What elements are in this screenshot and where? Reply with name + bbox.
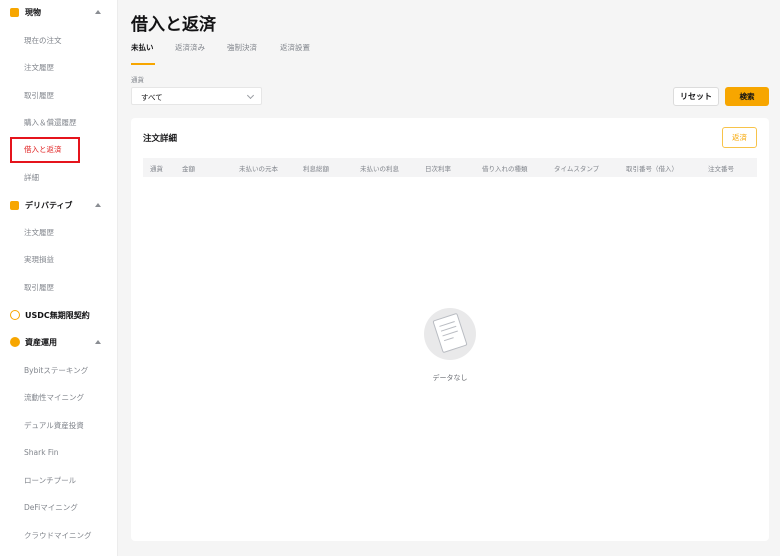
currency-filter-label: 通貨 xyxy=(131,76,144,84)
sidebar-item-open-orders[interactable]: 現在の注文 xyxy=(24,35,62,47)
column-header-borrow-tx-id: 取引番号（借入） xyxy=(626,165,678,173)
sidebar-section-label: 現物 xyxy=(25,7,41,17)
tab-forced-liquidation[interactable]: 強制決済 xyxy=(227,42,257,53)
sidebar-item-launchpool[interactable]: ローンチプール xyxy=(24,475,76,487)
sidebar-section-spot[interactable]: 現物 xyxy=(0,1,118,23)
chevron-down-icon xyxy=(246,91,255,100)
tab-unpaid[interactable]: 未払い xyxy=(131,42,154,53)
sidebar-section-derivatives[interactable]: デリバティブ xyxy=(0,194,118,216)
search-button[interactable]: 検索 xyxy=(725,87,769,106)
sidebar-item-order-history[interactable]: 注文履歴 xyxy=(24,62,54,74)
sidebar-section-asset-management[interactable]: 資産運用 xyxy=(0,331,118,353)
sidebar-item-liquidity-mining[interactable]: 流動性マイニング xyxy=(24,392,84,404)
usdc-icon xyxy=(10,310,20,320)
tab-repay-settings[interactable]: 返済設置 xyxy=(280,42,310,53)
sidebar-item-cloud-mining[interactable]: クラウドマイニング xyxy=(24,530,92,542)
column-header-daily-rate: 日次利率 xyxy=(425,165,451,173)
derivatives-icon xyxy=(10,200,19,210)
piggy-bank-icon xyxy=(10,337,20,347)
empty-state-text: データなし xyxy=(432,374,468,382)
reset-button[interactable]: リセット xyxy=(673,87,719,106)
sidebar-item-shark-fin[interactable]: Shark Fin xyxy=(24,447,59,459)
sidebar-section-label: 資産運用 xyxy=(25,337,57,347)
currency-select-value: すべて xyxy=(141,93,163,102)
currency-select[interactable]: すべて xyxy=(131,87,262,105)
sidebar-section-label: USDC無期限契約 xyxy=(25,310,90,320)
sidebar-item-realized-pnl[interactable]: 実現損益 xyxy=(24,254,54,266)
active-tab-indicator xyxy=(131,63,155,65)
column-header-unpaid-interest: 未払いの利息 xyxy=(360,165,399,173)
sidebar-item-trade-history[interactable]: 取引履歴 xyxy=(24,90,54,102)
sidebar-item-dual-asset[interactable]: デュアル資産投資 xyxy=(24,420,84,432)
column-header-timestamp: タイムスタンプ xyxy=(554,165,600,173)
sidebar-item-purchase-redemption-history[interactable]: 購入＆償還履歴 xyxy=(24,117,77,129)
chevron-up-icon xyxy=(95,340,101,344)
sidebar-item-bybit-staking[interactable]: Bybitステーキング xyxy=(24,365,88,377)
order-details-card: 注文詳細 返済 通貨 金額 未払いの元本 利息総額 未払いの利息 日次利率 借り… xyxy=(131,118,769,541)
no-data-document-icon xyxy=(424,308,476,360)
column-header-currency: 通貨 xyxy=(150,165,163,173)
chevron-up-icon xyxy=(95,10,101,14)
column-header-amount: 金額 xyxy=(182,165,195,173)
column-header-unpaid-principal: 未払いの元本 xyxy=(239,165,278,173)
sidebar-item-defi-mining[interactable]: DeFiマイニング xyxy=(24,502,78,514)
sidebar-section-usdc-perpetual[interactable]: USDC無期限契約 xyxy=(0,304,118,326)
chevron-up-icon xyxy=(95,203,101,207)
tab-repaid[interactable]: 返済済み xyxy=(175,42,205,53)
card-title: 注文詳細 xyxy=(143,134,178,144)
column-header-order-id: 注文番号 xyxy=(708,165,734,173)
sidebar-item-derivatives-trade-history[interactable]: 取引履歴 xyxy=(24,282,54,294)
sidebar: 現物 現在の注文 注文履歴 取引履歴 購入＆償還履歴 借入と返済 詳細 デリバテ… xyxy=(0,0,118,556)
page-title: 借入と返済 xyxy=(131,15,216,35)
spot-icon xyxy=(10,7,19,17)
repay-button[interactable]: 返済 xyxy=(722,127,757,148)
table-header: 通貨 金額 未払いの元本 利息総額 未払いの利息 日次利率 借り入れの種類 タイ… xyxy=(143,158,757,177)
sidebar-section-label: デリバティブ xyxy=(25,200,73,210)
column-header-borrow-type: 借り入れの種類 xyxy=(482,165,528,173)
sidebar-item-derivatives-order-history[interactable]: 注文履歴 xyxy=(24,227,54,239)
column-header-total-interest: 利息総額 xyxy=(303,165,329,173)
annotation-highlight-box xyxy=(10,137,80,163)
sidebar-item-details[interactable]: 詳細 xyxy=(24,172,39,184)
